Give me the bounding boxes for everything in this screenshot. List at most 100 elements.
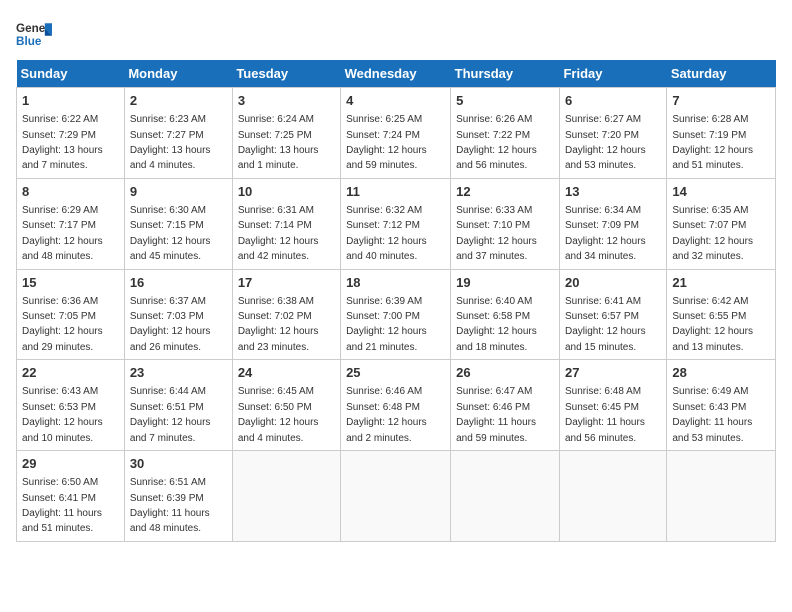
calendar-day-cell: 3 Sunrise: 6:24 AMSunset: 7:25 PMDaylight… [232, 88, 340, 179]
day-info: Sunrise: 6:48 AMSunset: 6:45 PMDaylight:… [565, 386, 645, 443]
calendar-day-cell: 13 Sunrise: 6:34 AMSunset: 7:09 PMDayligh… [559, 178, 666, 269]
day-info: Sunrise: 6:24 AMSunset: 7:25 PMDaylight:… [238, 114, 319, 171]
dow-header: Sunday [17, 60, 125, 88]
calendar-day-cell: 15 Sunrise: 6:36 AMSunset: 7:05 PMDayligh… [17, 269, 125, 360]
calendar-day-cell: 30 Sunrise: 6:51 AMSunset: 6:39 PMDayligh… [124, 451, 232, 542]
day-number: 4 [346, 92, 445, 110]
day-number: 15 [22, 274, 119, 292]
day-number: 28 [672, 364, 770, 382]
calendar-body: 1 Sunrise: 6:22 AMSunset: 7:29 PMDaylight… [17, 88, 776, 542]
calendar-day-cell: 24Sunrise: 6:45 AMSunset: 6:50 PMDayligh… [232, 360, 340, 451]
calendar-day-cell: 20 Sunrise: 6:41 AMSunset: 6:57 PMDayligh… [559, 269, 666, 360]
day-info: Sunrise: 6:23 AMSunset: 7:27 PMDaylight:… [130, 114, 211, 171]
day-info: Sunrise: 6:47 AMSunset: 6:46 PMDaylight:… [456, 386, 536, 443]
calendar-day-cell: 17 Sunrise: 6:38 AMSunset: 7:02 PMDayligh… [232, 269, 340, 360]
day-number: 14 [672, 183, 770, 201]
day-number: 27 [565, 364, 661, 382]
day-info: Sunrise: 6:42 AMSunset: 6:55 PMDaylight:… [672, 296, 753, 353]
calendar-day-cell: 1 Sunrise: 6:22 AMSunset: 7:29 PMDaylight… [17, 88, 125, 179]
calendar-day-cell: 25Sunrise: 6:46 AMSunset: 6:48 PMDayligh… [341, 360, 451, 451]
day-number: 16 [130, 274, 227, 292]
day-info: Sunrise: 6:36 AMSunset: 7:05 PMDaylight:… [22, 296, 103, 353]
day-number: 1 [22, 92, 119, 110]
day-number: 5 [456, 92, 554, 110]
day-info: Sunrise: 6:37 AMSunset: 7:03 PMDaylight:… [130, 296, 211, 353]
calendar-day-cell: 23 Sunrise: 6:44 AMSunset: 6:51 PMDayligh… [124, 360, 232, 451]
day-info: Sunrise: 6:31 AMSunset: 7:14 PMDaylight:… [238, 205, 319, 262]
dow-header: Tuesday [232, 60, 340, 88]
svg-text:Blue: Blue [16, 35, 42, 48]
day-info: Sunrise: 6:27 AMSunset: 7:20 PMDaylight:… [565, 114, 646, 171]
calendar-day-cell: 27 Sunrise: 6:48 AMSunset: 6:45 PMDayligh… [559, 360, 666, 451]
calendar-day-cell: 8 Sunrise: 6:29 AMSunset: 7:17 PMDaylight… [17, 178, 125, 269]
calendar-day-cell: 28 Sunrise: 6:49 AMSunset: 6:43 PMDayligh… [667, 360, 776, 451]
day-info: Sunrise: 6:41 AMSunset: 6:57 PMDaylight:… [565, 296, 646, 353]
day-number: 11 [346, 183, 445, 201]
dow-header: Saturday [667, 60, 776, 88]
calendar-day-cell: 29Sunrise: 6:50 AMSunset: 6:41 PMDayligh… [17, 451, 125, 542]
calendar-day-cell: 16 Sunrise: 6:37 AMSunset: 7:03 PMDayligh… [124, 269, 232, 360]
day-number: 17 [238, 274, 335, 292]
calendar-day-cell: 2 Sunrise: 6:23 AMSunset: 7:27 PMDaylight… [124, 88, 232, 179]
calendar-day-cell: 12 Sunrise: 6:33 AMSunset: 7:10 PMDayligh… [451, 178, 560, 269]
dow-header: Monday [124, 60, 232, 88]
day-number: 8 [22, 183, 119, 201]
calendar-week-row: 22Sunrise: 6:43 AMSunset: 6:53 PMDayligh… [17, 360, 776, 451]
day-info: Sunrise: 6:34 AMSunset: 7:09 PMDaylight:… [565, 205, 646, 262]
day-info: Sunrise: 6:26 AMSunset: 7:22 PMDaylight:… [456, 114, 537, 171]
day-number: 12 [456, 183, 554, 201]
day-info: Sunrise: 6:30 AMSunset: 7:15 PMDaylight:… [130, 205, 211, 262]
day-number: 30 [130, 455, 227, 473]
calendar-table: SundayMondayTuesdayWednesdayThursdayFrid… [16, 60, 776, 542]
calendar-day-cell: 14 Sunrise: 6:35 AMSunset: 7:07 PMDayligh… [667, 178, 776, 269]
day-info: Sunrise: 6:35 AMSunset: 7:07 PMDaylight:… [672, 205, 753, 262]
day-info: Sunrise: 6:22 AMSunset: 7:29 PMDaylight:… [22, 114, 103, 171]
logo: General Blue [16, 16, 52, 52]
calendar-day-cell: 6 Sunrise: 6:27 AMSunset: 7:20 PMDaylight… [559, 88, 666, 179]
day-number: 19 [456, 274, 554, 292]
day-info: Sunrise: 6:44 AMSunset: 6:51 PMDaylight:… [130, 386, 211, 443]
day-number: 21 [672, 274, 770, 292]
day-info: Sunrise: 6:51 AMSunset: 6:39 PMDaylight:… [130, 477, 210, 534]
calendar-week-row: 1 Sunrise: 6:22 AMSunset: 7:29 PMDaylight… [17, 88, 776, 179]
day-info: Sunrise: 6:43 AMSunset: 6:53 PMDaylight:… [22, 386, 103, 443]
calendar-day-cell: 9 Sunrise: 6:30 AMSunset: 7:15 PMDaylight… [124, 178, 232, 269]
calendar-week-row: 8 Sunrise: 6:29 AMSunset: 7:17 PMDaylight… [17, 178, 776, 269]
day-number: 18 [346, 274, 445, 292]
day-number: 24 [238, 364, 335, 382]
day-info: Sunrise: 6:46 AMSunset: 6:48 PMDaylight:… [346, 386, 427, 443]
logo-icon: General Blue [16, 16, 52, 52]
days-of-week-row: SundayMondayTuesdayWednesdayThursdayFrid… [17, 60, 776, 88]
day-info: Sunrise: 6:38 AMSunset: 7:02 PMDaylight:… [238, 296, 319, 353]
day-number: 23 [130, 364, 227, 382]
calendar-day-cell [232, 451, 340, 542]
calendar-day-cell: 22Sunrise: 6:43 AMSunset: 6:53 PMDayligh… [17, 360, 125, 451]
day-info: Sunrise: 6:49 AMSunset: 6:43 PMDaylight:… [672, 386, 752, 443]
calendar-day-cell: 7Sunrise: 6:28 AMSunset: 7:19 PMDaylight… [667, 88, 776, 179]
day-number: 20 [565, 274, 661, 292]
calendar-day-cell: 4 Sunrise: 6:25 AMSunset: 7:24 PMDaylight… [341, 88, 451, 179]
calendar-day-cell: 21 Sunrise: 6:42 AMSunset: 6:55 PMDayligh… [667, 269, 776, 360]
calendar-day-cell: 26 Sunrise: 6:47 AMSunset: 6:46 PMDayligh… [451, 360, 560, 451]
calendar-day-cell: 10Sunrise: 6:31 AMSunset: 7:14 PMDayligh… [232, 178, 340, 269]
day-info: Sunrise: 6:29 AMSunset: 7:17 PMDaylight:… [22, 205, 103, 262]
calendar-week-row: 15 Sunrise: 6:36 AMSunset: 7:05 PMDayligh… [17, 269, 776, 360]
day-info: Sunrise: 6:25 AMSunset: 7:24 PMDaylight:… [346, 114, 427, 171]
day-info: Sunrise: 6:32 AMSunset: 7:12 PMDaylight:… [346, 205, 427, 262]
day-info: Sunrise: 6:33 AMSunset: 7:10 PMDaylight:… [456, 205, 537, 262]
day-info: Sunrise: 6:40 AMSunset: 6:58 PMDaylight:… [456, 296, 537, 353]
dow-header: Wednesday [341, 60, 451, 88]
day-number: 7 [672, 92, 770, 110]
day-number: 13 [565, 183, 661, 201]
calendar-day-cell: 19 Sunrise: 6:40 AMSunset: 6:58 PMDayligh… [451, 269, 560, 360]
day-info: Sunrise: 6:39 AMSunset: 7:00 PMDaylight:… [346, 296, 427, 353]
calendar-day-cell [451, 451, 560, 542]
day-number: 6 [565, 92, 661, 110]
day-number: 9 [130, 183, 227, 201]
day-number: 2 [130, 92, 227, 110]
calendar-day-cell [559, 451, 666, 542]
day-number: 26 [456, 364, 554, 382]
day-number: 3 [238, 92, 335, 110]
calendar-week-row: 29Sunrise: 6:50 AMSunset: 6:41 PMDayligh… [17, 451, 776, 542]
calendar-day-cell: 5 Sunrise: 6:26 AMSunset: 7:22 PMDaylight… [451, 88, 560, 179]
